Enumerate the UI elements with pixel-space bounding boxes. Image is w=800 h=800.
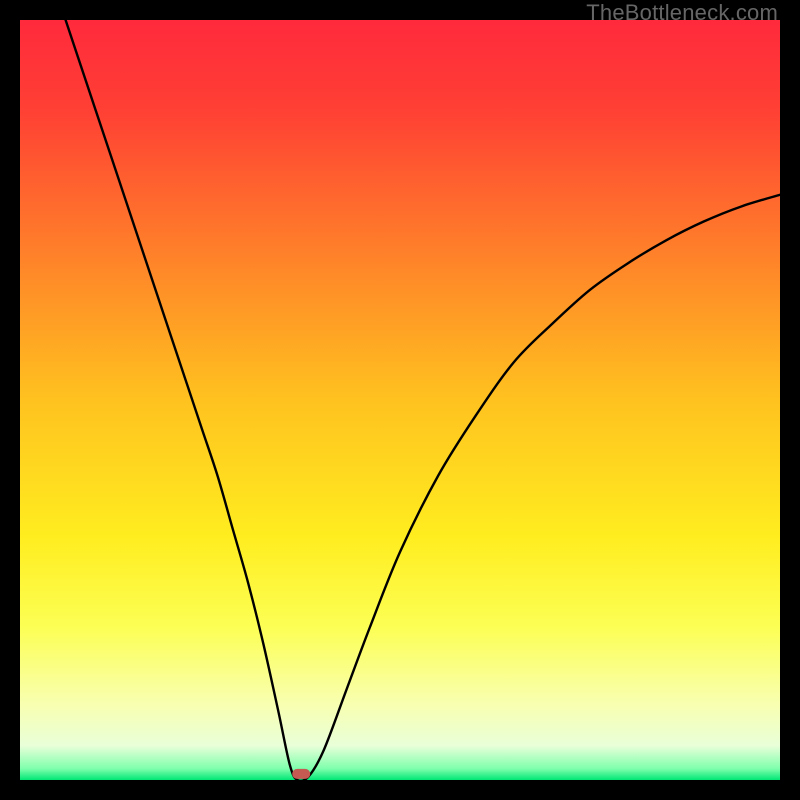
chart-svg (20, 20, 780, 780)
gradient-background (20, 20, 780, 780)
plot-area (20, 20, 780, 780)
minimum-marker (292, 769, 310, 779)
chart-frame: TheBottleneck.com (0, 0, 800, 800)
